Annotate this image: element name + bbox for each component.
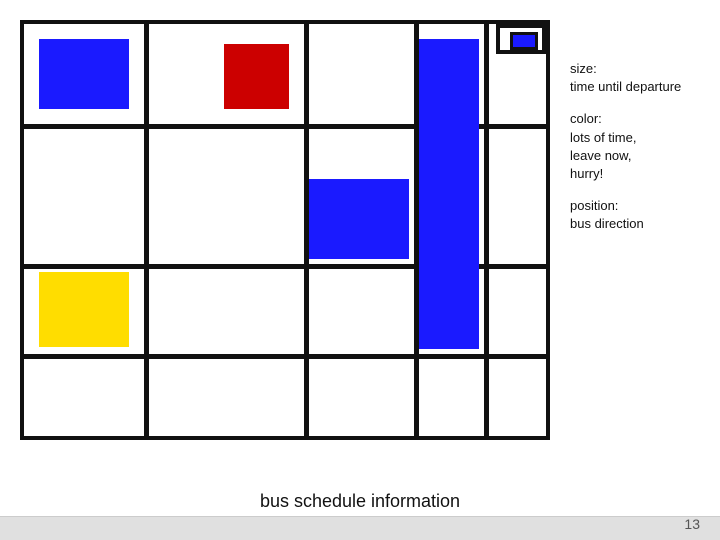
mini-box-inner bbox=[510, 32, 538, 50]
blue-block-tall bbox=[419, 39, 479, 349]
sidebar-panel: size: time until departure color: lots o… bbox=[570, 60, 700, 248]
size-description: time until departure bbox=[570, 79, 681, 94]
mini-box-decoration bbox=[496, 24, 546, 54]
bottom-bar: 13 bbox=[0, 516, 720, 540]
slide-title: bus schedule information bbox=[260, 491, 460, 512]
color-section: color: lots of time,leave now,hurry! bbox=[570, 110, 700, 183]
size-label: size: bbox=[570, 61, 597, 76]
position-label: position: bbox=[570, 198, 618, 213]
grid-canvas bbox=[20, 20, 550, 440]
red-block-top bbox=[224, 44, 289, 109]
color-label: color: bbox=[570, 111, 602, 126]
size-section: size: time until departure bbox=[570, 60, 700, 96]
yellow-block bbox=[39, 272, 129, 347]
blue-block-middle bbox=[309, 179, 409, 259]
vertical-line-4 bbox=[484, 24, 489, 436]
blue-block-topleft bbox=[39, 39, 129, 109]
slide-container: size: time until departure color: lots o… bbox=[0, 0, 720, 540]
page-number: 13 bbox=[684, 516, 700, 532]
position-description: bus direction bbox=[570, 216, 644, 231]
vertical-line-1 bbox=[144, 24, 149, 436]
color-description: lots of time,leave now,hurry! bbox=[570, 130, 636, 181]
horizontal-line-3 bbox=[24, 354, 546, 359]
position-section: position: bus direction bbox=[570, 197, 700, 233]
